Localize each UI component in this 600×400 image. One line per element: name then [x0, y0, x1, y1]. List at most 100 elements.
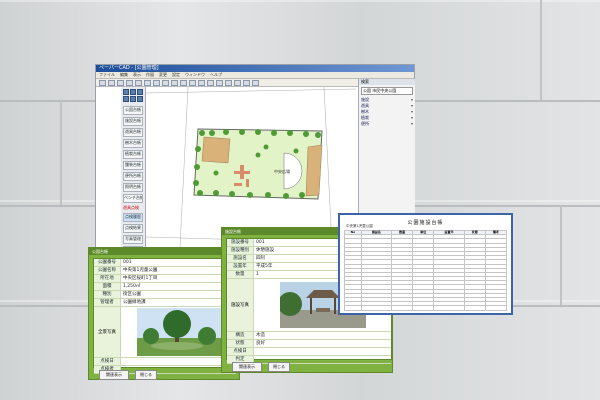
- close-button[interactable]: 閉じる: [268, 362, 290, 372]
- side-section-label: 遊具点検: [123, 205, 139, 210]
- form-row: 点検日: [94, 358, 236, 366]
- menu-item[interactable]: 表示: [133, 72, 141, 78]
- side-sub-button[interactable]: 写真管理: [123, 235, 143, 244]
- menu-item[interactable]: 作図: [146, 72, 154, 78]
- park-search-field[interactable]: 公園 市民中央公園: [361, 87, 413, 95]
- menu-item[interactable]: 変更: [159, 72, 167, 78]
- plank-seam: [540, 0, 542, 100]
- field-label: 状態: [227, 340, 254, 347]
- field-value[interactable]: 中央区桜町1丁目: [121, 275, 236, 282]
- field-label: 設置年: [227, 263, 254, 270]
- form-row: 所在地 中央区桜町1丁目: [94, 275, 236, 283]
- related-button[interactable]: 関連表示: [232, 362, 262, 372]
- cad-menubar: ファイル 編集 表示 作図 変更 設定 ウィンドウ ヘルプ: [96, 72, 414, 79]
- menu-item[interactable]: 編集: [120, 72, 128, 78]
- toolbar-button[interactable]: [216, 80, 223, 86]
- paved-area: [201, 136, 231, 164]
- tool-button[interactable]: [123, 89, 129, 95]
- report-cell: [484, 305, 508, 311]
- field-value[interactable]: 街区公園: [121, 291, 236, 298]
- related-button[interactable]: 関連表示: [99, 370, 129, 380]
- side-button[interactable]: 遊具台帳: [123, 128, 143, 137]
- toolbar-button[interactable]: [234, 80, 241, 86]
- side-button[interactable]: 照明台帳: [123, 183, 143, 192]
- toolbar-button[interactable]: [207, 80, 214, 86]
- side-button[interactable]: 植栽台帳: [123, 150, 143, 159]
- layer-item[interactable]: 便所 ▾: [361, 121, 413, 126]
- chevron-down-icon: ▾: [410, 121, 413, 126]
- side-button[interactable]: 施設台帳: [123, 117, 143, 126]
- layer-item[interactable]: 遊具 ▾: [361, 103, 413, 108]
- field-label: 種別: [94, 291, 121, 298]
- right-panel-title: 検索: [359, 79, 415, 85]
- toolbar-button[interactable]: [225, 80, 232, 86]
- layer-item-label: 植栽: [361, 115, 369, 120]
- side-button[interactable]: 公園台帳: [123, 106, 143, 115]
- side-button[interactable]: 舗装台帳: [123, 161, 143, 170]
- photo-frame: [121, 307, 236, 357]
- toolbar-button[interactable]: [135, 80, 142, 86]
- menu-item[interactable]: 設定: [172, 72, 180, 78]
- toolbar-button[interactable]: [180, 80, 187, 86]
- side-sub-button[interactable]: 点検履歴: [123, 213, 143, 222]
- layer-item[interactable]: 植栽 ▾: [361, 115, 413, 120]
- chevron-down-icon: ▾: [410, 115, 413, 120]
- menu-item[interactable]: ファイル: [99, 72, 115, 78]
- toolbar-button[interactable]: [99, 80, 106, 86]
- field-value[interactable]: 1,250㎡: [121, 283, 236, 290]
- form-row: 構造 木造: [227, 332, 391, 340]
- report-cell: [360, 305, 393, 311]
- dialog-form: 公園番号 001 公園名称 中央第1児童公園 所在地 中央区桜町1丁目 面積 1,250…: [93, 258, 237, 374]
- toolbar-button[interactable]: [117, 80, 124, 86]
- field-value[interactable]: [254, 348, 391, 355]
- report-cell: [391, 305, 414, 311]
- toolbar-button[interactable]: [171, 80, 178, 86]
- menu-item[interactable]: ヘルプ: [210, 72, 222, 78]
- field-value[interactable]: 木造: [254, 332, 391, 339]
- toolbar-button[interactable]: [252, 80, 259, 86]
- tool-button[interactable]: [130, 96, 136, 102]
- field-label: 面積: [94, 283, 121, 290]
- toolbar-button[interactable]: [144, 80, 151, 86]
- field-label: 施設種別: [227, 247, 254, 254]
- layer-item-label: 施設: [361, 97, 369, 102]
- cad-titlebar: ペーパーCAD - [公園管理]: [96, 65, 414, 72]
- side-button[interactable]: 樹木台帳: [123, 139, 143, 148]
- toolbar-button[interactable]: [108, 80, 115, 86]
- field-value[interactable]: 良好: [254, 340, 391, 347]
- toolbar-button[interactable]: [153, 80, 160, 86]
- field-label: 公園番号: [94, 259, 121, 266]
- field-label: 構造: [227, 332, 254, 339]
- report-cell: [412, 305, 435, 311]
- toolbar-button[interactable]: [126, 80, 133, 86]
- tool-button[interactable]: [130, 89, 136, 95]
- tool-button[interactable]: [137, 96, 143, 102]
- field-value[interactable]: 001: [121, 259, 236, 266]
- side-sub-button[interactable]: 点検結果: [123, 224, 143, 233]
- field-value[interactable]: 中央第1児童公園: [121, 267, 236, 274]
- form-row: 管理者 公園緑地課: [94, 299, 236, 307]
- side-button[interactable]: 便所台帳: [123, 172, 143, 181]
- layer-item-label: 樹木: [361, 109, 369, 114]
- tool-button[interactable]: [137, 89, 143, 95]
- toolbar-button[interactable]: [189, 80, 196, 86]
- chevron-down-icon: ▾: [410, 103, 413, 108]
- menu-item[interactable]: ウィンドウ: [185, 72, 205, 78]
- layer-item[interactable]: 施設 ▾: [361, 97, 413, 102]
- toolbar-button[interactable]: [198, 80, 205, 86]
- toolbar-button[interactable]: [162, 80, 169, 86]
- tool-button[interactable]: [123, 96, 129, 102]
- field-value[interactable]: 公園緑地課: [121, 299, 236, 306]
- layer-item-label: 遊具: [361, 103, 369, 108]
- report-cell: [344, 305, 362, 311]
- road-line: [323, 87, 333, 247]
- park-record-dialog: 公園台帳 公園番号 001 公園名称 中央第1児童公園 所在地 中央区桜町1丁目 面積…: [88, 247, 240, 380]
- park-photo[interactable]: [136, 308, 221, 356]
- close-button[interactable]: 閉じる: [135, 370, 157, 380]
- layer-item[interactable]: 樹木 ▾: [361, 109, 413, 114]
- field-label: 所在地: [94, 275, 121, 282]
- drawing-canvas[interactable]: 中央広場: [146, 87, 356, 247]
- side-button[interactable]: ベンチ台帳: [123, 194, 143, 203]
- field-value[interactable]: [121, 358, 236, 365]
- toolbar-button[interactable]: [243, 80, 250, 86]
